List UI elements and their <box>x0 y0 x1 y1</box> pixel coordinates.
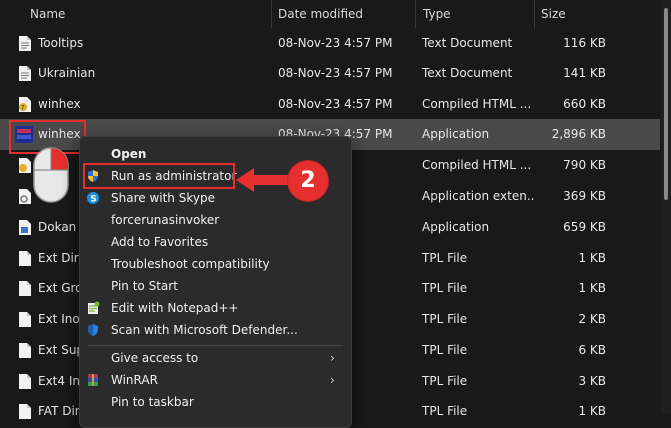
file-size: 6 KB <box>578 343 606 357</box>
menu-item-label: forcerunasinvoker <box>111 213 220 227</box>
menu-item-edit-with-notepad[interactable]: Edit with Notepad++ <box>80 297 351 319</box>
file-type: TPL File <box>422 404 468 418</box>
menu-item-label: Give access to <box>111 351 199 365</box>
menu-item-pin-to-start[interactable]: Pin to Start <box>80 275 351 297</box>
menu-item-label: Edit with Notepad++ <box>111 301 239 315</box>
defender-shield-icon <box>88 324 98 336</box>
file-date: 08-Nov-23 4:57 PM <box>278 66 393 80</box>
blank-file-icon <box>19 281 31 296</box>
table-row[interactable]: Ukrainian 08-Nov-23 4:57 PM Text Documen… <box>0 58 660 89</box>
svg-text:?: ? <box>21 104 25 112</box>
menu-item-pin-to-taskbar[interactable]: Pin to taskbar <box>80 391 351 413</box>
menu-item-forcerunasinvoker[interactable]: forcerunasinvoker <box>80 209 351 231</box>
file-name: Ukrainian <box>38 66 96 80</box>
notepad-plus-plus-icon <box>88 301 100 314</box>
menu-separator <box>88 345 343 346</box>
file-type: Compiled HTML ... <box>422 97 532 111</box>
column-type[interactable]: Type <box>423 0 451 28</box>
blank-file-icon <box>19 251 31 266</box>
file-type: TPL File <box>422 343 468 357</box>
column-divider[interactable] <box>415 0 416 28</box>
menu-item-troubleshoot-compatibility[interactable]: Troubleshoot compatibility <box>80 253 351 275</box>
file-size: 1 KB <box>578 404 606 418</box>
menu-item-give-access-to[interactable]: Give access to › <box>80 347 351 369</box>
text-file-icon <box>19 36 31 51</box>
file-type: Text Document <box>422 66 513 80</box>
svg-text:S: S <box>90 195 96 205</box>
file-size: 660 KB <box>563 97 606 111</box>
file-size: 141 KB <box>563 66 606 80</box>
menu-item-label: Share with Skype <box>111 191 215 205</box>
file-date: 08-Nov-23 4:57 PM <box>278 36 393 50</box>
menu-item-label: Open <box>111 147 147 161</box>
table-row[interactable]: ? winhex 08-Nov-23 4:57 PM Compiled HTML… <box>0 89 660 120</box>
column-divider[interactable] <box>271 0 272 28</box>
menu-item-winrar[interactable]: WinRAR › <box>80 369 351 391</box>
scrollbar-thumb[interactable] <box>664 8 668 200</box>
table-row[interactable]: Tooltips 08-Nov-23 4:57 PM Text Document… <box>0 28 660 59</box>
file-size: 369 KB <box>563 189 606 203</box>
file-type: TPL File <box>422 374 468 388</box>
blank-file-icon <box>19 374 31 389</box>
highlight-run-as-administrator <box>83 163 235 189</box>
help-file-icon: ? <box>19 97 31 112</box>
file-size: 3 KB <box>578 374 606 388</box>
blank-file-icon <box>19 312 31 327</box>
file-name: Tooltips <box>38 36 84 50</box>
file-type: Application exten... <box>422 189 534 203</box>
file-type: Compiled HTML ... <box>422 158 532 172</box>
arrow-left-icon <box>236 168 296 192</box>
mouse-click-icon <box>33 147 69 203</box>
chevron-right-icon: › <box>330 351 335 365</box>
menu-item-label: Add to Favorites <box>111 235 209 249</box>
step-number-badge: 2 <box>288 161 328 201</box>
menu-item-label: Pin to taskbar <box>111 395 194 409</box>
column-name[interactable]: Name <box>30 0 65 28</box>
file-size: 2,896 KB <box>551 127 606 141</box>
file-type: Application <box>422 220 490 234</box>
vertical-scrollbar[interactable] <box>661 0 671 414</box>
menu-item-add-to-favorites[interactable]: Add to Favorites <box>80 231 351 253</box>
file-type: Text Document <box>422 36 513 50</box>
column-size[interactable]: Size <box>541 0 566 28</box>
file-type: Application <box>422 127 490 141</box>
file-type: TPL File <box>422 251 468 265</box>
column-header: Name Date modified Type Size <box>0 0 671 28</box>
column-date-modified[interactable]: Date modified <box>278 0 363 28</box>
winrar-icon <box>88 374 98 386</box>
blank-file-icon <box>19 404 31 419</box>
file-date: 08-Nov-23 4:57 PM <box>278 97 393 111</box>
app-file-icon <box>19 220 31 235</box>
help-file-icon <box>19 158 31 173</box>
file-name: winhex <box>38 97 81 111</box>
file-type: TPL File <box>422 281 468 295</box>
file-size: 790 KB <box>563 158 606 172</box>
menu-item-label: Scan with Microsoft Defender... <box>111 323 298 337</box>
chevron-right-icon: › <box>330 373 335 387</box>
file-size: 659 KB <box>563 220 606 234</box>
menu-item-scan-with-defender[interactable]: Scan with Microsoft Defender... <box>80 319 351 341</box>
menu-item-label: Troubleshoot compatibility <box>111 257 270 271</box>
file-type: TPL File <box>422 312 468 326</box>
menu-item-label: WinRAR <box>111 373 158 387</box>
blank-file-icon <box>19 343 31 358</box>
file-size: 2 KB <box>578 312 606 326</box>
file-size: 116 KB <box>563 36 606 50</box>
file-size: 1 KB <box>578 281 606 295</box>
column-divider[interactable] <box>534 0 535 28</box>
file-size: 1 KB <box>578 251 606 265</box>
dll-file-icon <box>19 189 31 204</box>
skype-icon: S <box>87 192 99 205</box>
text-file-icon <box>19 66 31 81</box>
menu-item-label: Pin to Start <box>111 279 178 293</box>
